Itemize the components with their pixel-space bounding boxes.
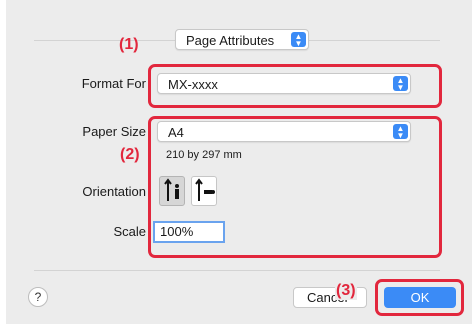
paper-size-value: A4 [168,125,184,140]
page-setup-dialog: Page Attributes ▲ ▼ (1) Format For MX-xxx… [0,0,472,324]
portrait-icon [164,178,179,201]
paper-size-popup[interactable]: A4 ▲ ▼ [157,121,411,142]
up-down-stepper-icon: ▲ ▼ [393,124,408,140]
paper-size-label: Paper Size [82,124,146,139]
format-for-popup[interactable]: MX-xxxx ▲ ▼ [157,73,411,94]
help-button[interactable]: ? [28,287,48,307]
page-attributes-label: Page Attributes [186,33,275,48]
callout-1-label: (1) [119,36,139,53]
landscape-icon [195,178,215,201]
scale-input[interactable]: 100% [153,221,225,243]
format-for-value: MX-xxxx [168,77,218,92]
callout-2-label: (2) [120,146,140,163]
ok-button[interactable]: OK [384,287,456,308]
portrait-orientation-button[interactable] [159,176,185,206]
orientation-label: Orientation [82,184,146,199]
bottom-separator [34,270,440,271]
up-down-stepper-icon: ▲ ▼ [393,76,408,92]
left-edge [0,0,6,324]
landscape-orientation-button[interactable] [191,176,217,206]
page-attributes-popup[interactable]: Page Attributes ▲ ▼ [175,29,309,50]
format-for-label: Format For [81,76,146,91]
up-down-stepper-icon: ▲ ▼ [291,32,306,48]
scale-label: Scale [113,224,146,239]
callout-3-label: (3) [335,282,357,300]
paper-dimensions: 210 by 297 mm [166,149,242,161]
